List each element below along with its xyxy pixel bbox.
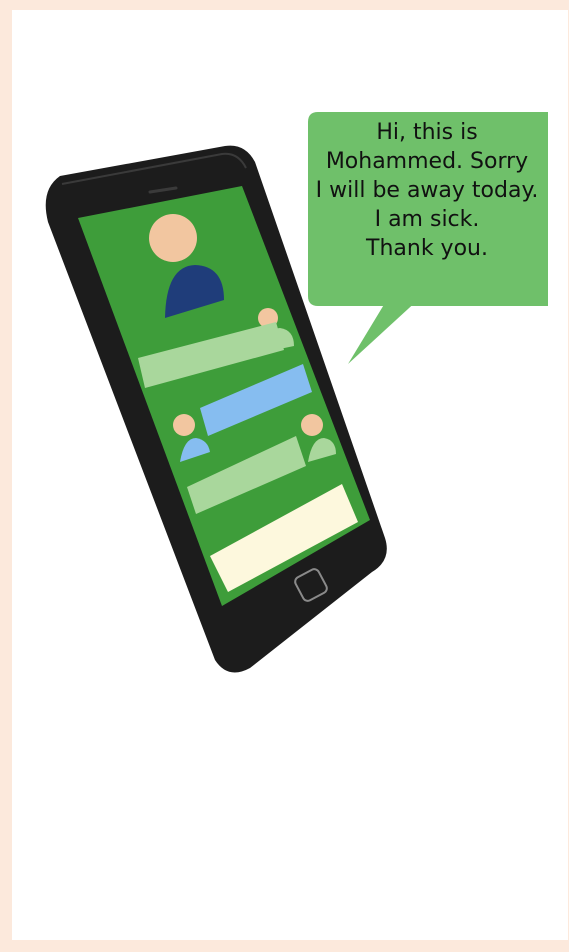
speech-line: I am sick.: [374, 207, 480, 232]
speech-bubble-tail: [348, 298, 420, 364]
speech-bubble-text: Hi, this is Mohammed. Sorry I will be aw…: [308, 118, 546, 263]
speech-line: I will be away today.: [315, 178, 539, 203]
speech-line: Thank you.: [366, 236, 488, 261]
speech-line: Hi, this is: [376, 120, 478, 145]
speech-line: Mohammed. Sorry: [325, 149, 529, 174]
